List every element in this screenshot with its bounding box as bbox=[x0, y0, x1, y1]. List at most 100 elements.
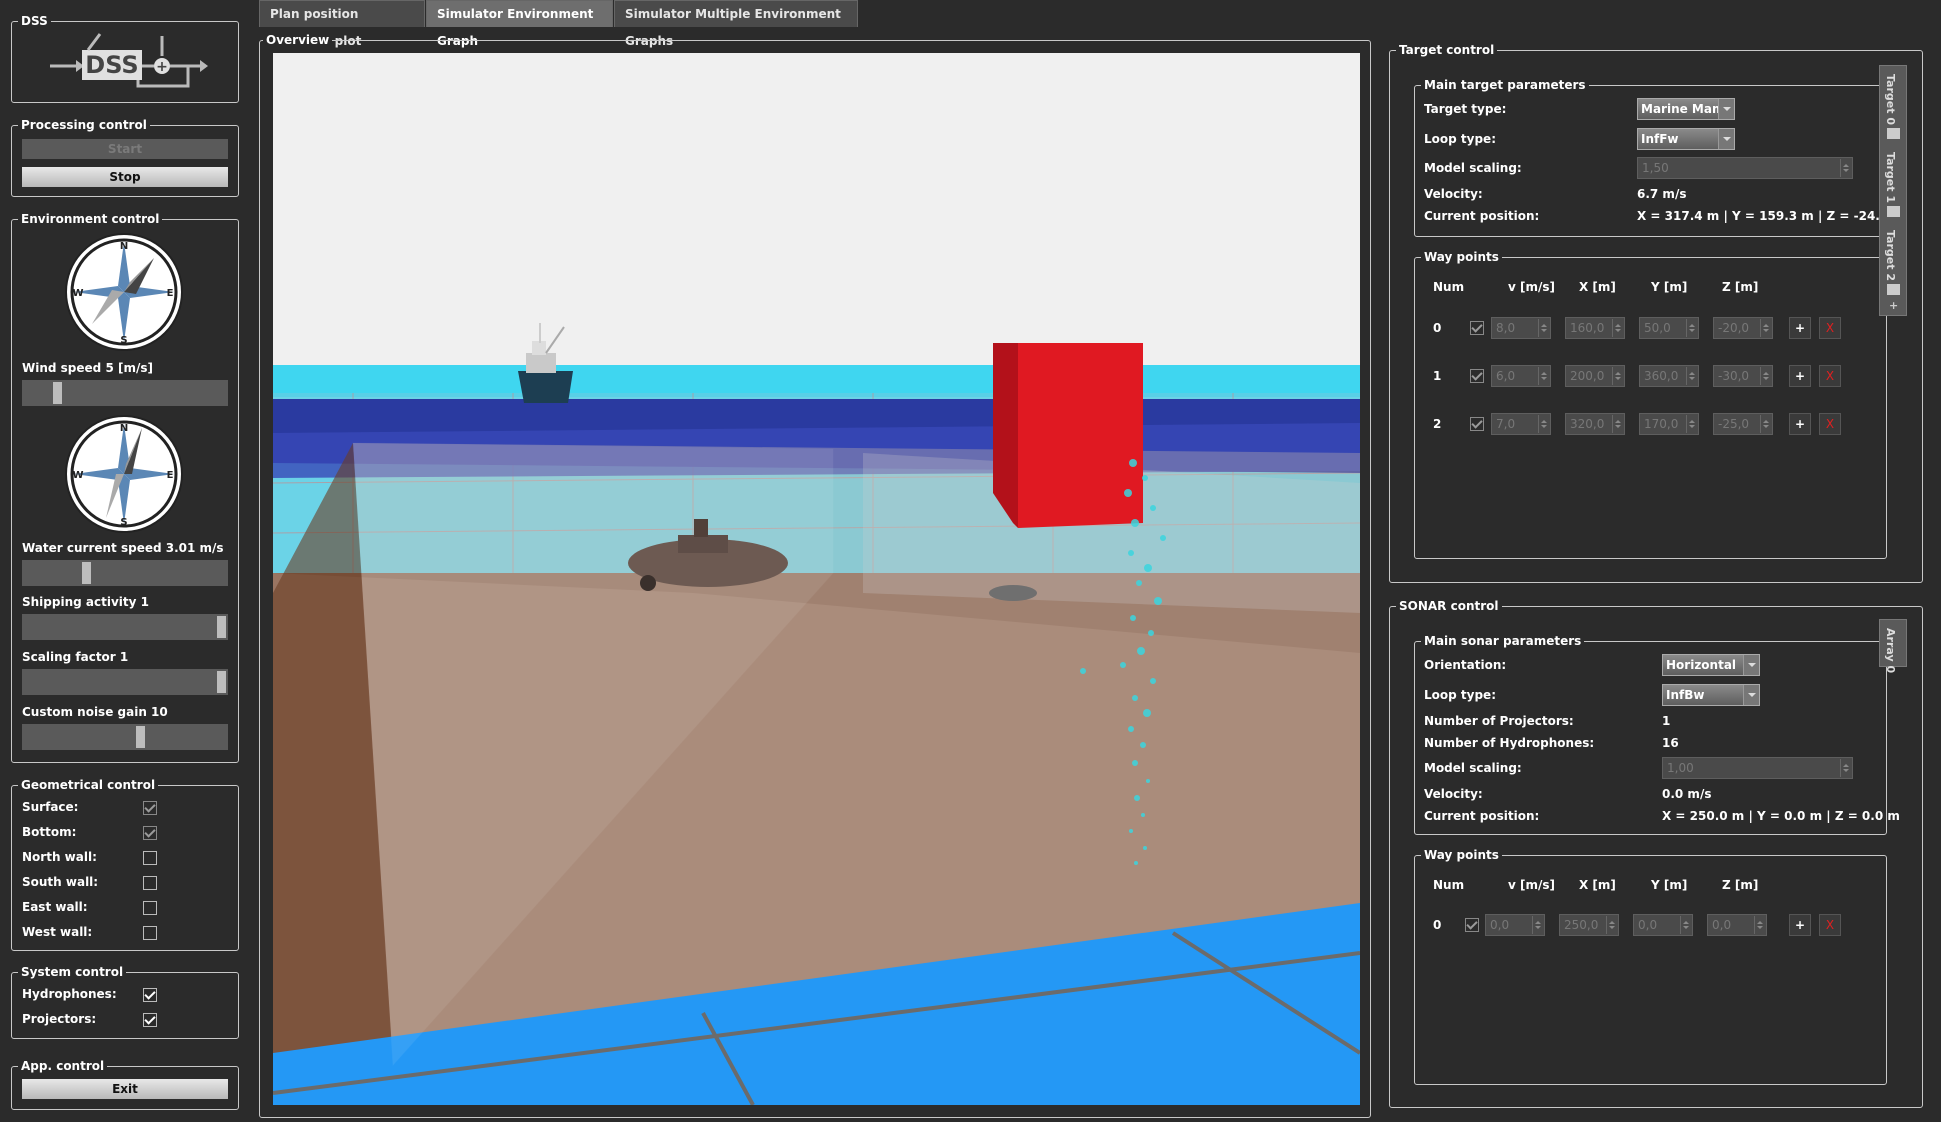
spinner-arrows-icon[interactable] bbox=[1612, 367, 1623, 385]
add-target-tab-button[interactable]: + bbox=[1889, 299, 1898, 312]
water-current-compass[interactable]: N E S W bbox=[64, 414, 184, 534]
side-tab-0[interactable]: Target 0 bbox=[1884, 74, 1897, 125]
overview-group: Overview bbox=[259, 32, 1371, 1118]
chevron-down-icon[interactable] bbox=[1718, 99, 1734, 119]
waypoint-v-input[interactable]: 6,0 bbox=[1491, 365, 1551, 387]
spinner-arrows-icon[interactable] bbox=[1686, 415, 1697, 433]
system-item-checkbox[interactable] bbox=[143, 1013, 157, 1027]
side-tab-1[interactable]: Target 1 bbox=[1884, 152, 1897, 203]
add-waypoint-button[interactable]: + bbox=[1789, 413, 1811, 435]
chevron-down-icon[interactable] bbox=[1718, 129, 1734, 149]
waypoint-enabled-checkbox[interactable] bbox=[1465, 918, 1479, 932]
water-current-slider[interactable] bbox=[22, 560, 228, 586]
shipping-activity-slider[interactable] bbox=[22, 614, 228, 640]
slider-thumb[interactable] bbox=[217, 671, 226, 693]
side-tab-2[interactable]: Target 2 bbox=[1884, 230, 1897, 281]
remove-waypoint-button[interactable]: X bbox=[1819, 413, 1841, 435]
waypoint-x-input[interactable]: 250,0 bbox=[1559, 914, 1619, 936]
waypoint-z-input[interactable]: -30,0 bbox=[1713, 365, 1773, 387]
start-button[interactable]: Start bbox=[22, 139, 228, 159]
remove-waypoint-button[interactable]: X bbox=[1819, 317, 1841, 339]
spinner-arrows-icon[interactable] bbox=[1680, 916, 1691, 934]
spinner-arrows-icon[interactable] bbox=[1538, 367, 1549, 385]
slider-thumb[interactable] bbox=[82, 562, 91, 584]
waypoint-column-header: X [m] bbox=[1579, 280, 1616, 294]
spinner-arrows-icon[interactable] bbox=[1754, 916, 1765, 934]
geometry-item-checkbox[interactable] bbox=[143, 851, 157, 865]
system-item-checkbox[interactable] bbox=[143, 988, 157, 1002]
waypoint-v-input[interactable]: 0,0 bbox=[1485, 914, 1545, 936]
wind-direction-compass[interactable]: N E S W bbox=[64, 232, 184, 352]
system-control-group: System control Hydrophones: Projectors: bbox=[11, 964, 239, 1039]
wind-speed-slider[interactable] bbox=[22, 380, 228, 406]
geometry-item-checkbox[interactable] bbox=[143, 926, 157, 940]
spinner-arrows-icon[interactable] bbox=[1612, 415, 1623, 433]
waypoint-x-input[interactable]: 160,0 bbox=[1565, 317, 1625, 339]
geometry-item-checkbox[interactable] bbox=[143, 801, 157, 815]
close-icon[interactable] bbox=[1887, 284, 1900, 295]
waypoint-z-input[interactable]: -25,0 bbox=[1713, 413, 1773, 435]
spinner-arrows-icon[interactable] bbox=[1760, 367, 1771, 385]
tab-2[interactable]: Simulator Multiple Environment Graphs bbox=[614, 0, 858, 48]
spinner-arrows-icon[interactable] bbox=[1760, 319, 1771, 337]
chevron-down-icon[interactable] bbox=[1743, 685, 1759, 705]
waypoint-z-input[interactable]: 0,0 bbox=[1707, 914, 1767, 936]
orientation-dropdown[interactable]: Horizontal bbox=[1662, 654, 1760, 676]
waypoint-v-input[interactable]: 8,0 bbox=[1491, 317, 1551, 339]
spinner-arrows-icon[interactable] bbox=[1686, 319, 1697, 337]
spinner-arrows-icon[interactable] bbox=[1532, 916, 1543, 934]
chevron-down-icon[interactable] bbox=[1743, 655, 1759, 675]
add-waypoint-button[interactable]: + bbox=[1789, 365, 1811, 387]
slider-thumb[interactable] bbox=[53, 382, 62, 404]
tab-0[interactable]: Plan position indicator plot bbox=[259, 0, 425, 48]
waypoint-column-header: Y [m] bbox=[1651, 878, 1688, 892]
close-icon[interactable] bbox=[1887, 128, 1900, 139]
add-waypoint-button[interactable]: + bbox=[1789, 317, 1811, 339]
close-icon[interactable] bbox=[1887, 206, 1900, 217]
target-type-dropdown[interactable]: Marine Mamm bbox=[1637, 98, 1735, 120]
3d-scene-viewport[interactable] bbox=[273, 53, 1360, 1105]
waypoint-x-input[interactable]: 200,0 bbox=[1565, 365, 1625, 387]
geometry-item-checkbox[interactable] bbox=[143, 826, 157, 840]
waypoint-enabled-checkbox[interactable] bbox=[1470, 417, 1484, 431]
slider-thumb[interactable] bbox=[217, 616, 226, 638]
waypoint-v-input[interactable]: 7,0 bbox=[1491, 413, 1551, 435]
waypoint-x-input[interactable]: 320,0 bbox=[1565, 413, 1625, 435]
target-waypoints-title: Way points bbox=[1421, 249, 1502, 265]
waypoint-y-input[interactable]: 0,0 bbox=[1633, 914, 1693, 936]
sonar-scaling-input[interactable]: 1,00 bbox=[1662, 757, 1853, 779]
spinner-arrows-icon[interactable] bbox=[1612, 319, 1623, 337]
waypoint-y-input[interactable]: 360,0 bbox=[1639, 365, 1699, 387]
remove-waypoint-button[interactable]: X bbox=[1819, 914, 1841, 936]
remove-waypoint-button[interactable]: X bbox=[1819, 365, 1841, 387]
side-tab-0[interactable]: Array 0 bbox=[1884, 628, 1897, 673]
waypoint-z-input[interactable]: -20,0 bbox=[1713, 317, 1773, 339]
add-waypoint-button[interactable]: + bbox=[1789, 914, 1811, 936]
spinner-arrows-icon[interactable] bbox=[1538, 319, 1549, 337]
stop-button[interactable]: Stop bbox=[22, 167, 228, 187]
tab-1[interactable]: Simulator Environment Graph bbox=[426, 0, 613, 48]
sonar-loop-dropdown[interactable]: InfBw bbox=[1662, 684, 1760, 706]
scaling-factor-slider[interactable] bbox=[22, 669, 228, 695]
custom-noise-slider[interactable] bbox=[22, 724, 228, 750]
spinner-arrows-icon[interactable] bbox=[1760, 415, 1771, 433]
main-sonar-parameters-group: Main sonar parameters Orientation: Horiz… bbox=[1414, 633, 1900, 835]
sonar-control-group: SONAR control Main sonar parameters Orie… bbox=[1389, 598, 1923, 1108]
waypoint-enabled-checkbox[interactable] bbox=[1470, 369, 1484, 383]
spinner-arrows-icon[interactable] bbox=[1538, 415, 1549, 433]
water-current-label: Water current speed 3.01 m/s bbox=[22, 541, 224, 555]
geometry-item-checkbox[interactable] bbox=[143, 901, 157, 915]
spinner-arrows-icon[interactable] bbox=[1840, 759, 1851, 777]
waypoint-y-input[interactable]: 50,0 bbox=[1639, 317, 1699, 339]
target-scaling-input[interactable]: 1,50 bbox=[1637, 157, 1853, 179]
spinner-arrows-icon[interactable] bbox=[1606, 916, 1617, 934]
spinner-arrows-icon[interactable] bbox=[1840, 159, 1851, 177]
waypoint-enabled-checkbox[interactable] bbox=[1470, 321, 1484, 335]
geometry-item-checkbox[interactable] bbox=[143, 876, 157, 890]
dss-logo-text: DSS bbox=[85, 51, 138, 79]
waypoint-y-input[interactable]: 170,0 bbox=[1639, 413, 1699, 435]
exit-button[interactable]: Exit bbox=[22, 1079, 228, 1099]
slider-thumb[interactable] bbox=[136, 726, 145, 748]
target-loop-dropdown[interactable]: InfFw bbox=[1637, 128, 1735, 150]
spinner-arrows-icon[interactable] bbox=[1686, 367, 1697, 385]
